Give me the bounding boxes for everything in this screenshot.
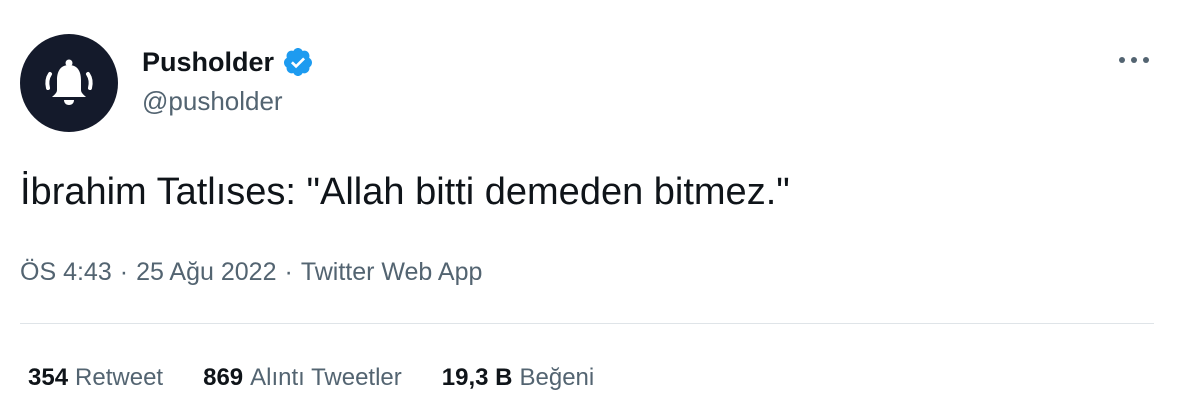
like-stat[interactable]: 19,3 B Beğeni: [442, 364, 594, 392]
like-count: 19,3 B: [441, 364, 513, 391]
more-dots-icon: [1119, 57, 1149, 63]
quote-tweet-stat[interactable]: 869 Alıntı Tweetler: [203, 364, 402, 392]
display-name[interactable]: Pusholder: [142, 44, 274, 80]
like-label: Beğeni: [519, 364, 595, 391]
tweet-time[interactable]: ÖS 4:43: [20, 258, 112, 287]
more-options-button[interactable]: [1112, 44, 1156, 76]
retweet-label: Retweet: [75, 364, 164, 391]
tweet-text: İbrahim Tatlıses: "Allah bitti demeden b…: [20, 171, 790, 213]
quote-tweet-count: 869: [203, 364, 244, 391]
verified-badge-icon: [284, 48, 313, 76]
tweet-source[interactable]: Twitter Web App: [301, 258, 483, 287]
tweet-meta: ÖS 4:43 · 25 Ağu 2022 · Twitter Web App: [20, 252, 482, 292]
engagement-stats: 354 Retweet 869 Alıntı Tweetler 19,3 B B…: [28, 360, 634, 396]
divider: [20, 323, 1154, 324]
retweet-stat[interactable]: 354 Retweet: [28, 364, 163, 392]
quote-tweet-label: Alıntı Tweetler: [250, 364, 402, 391]
meta-separator: ·: [284, 257, 293, 286]
user-handle[interactable]: @pusholder: [142, 84, 283, 118]
meta-separator: ·: [119, 257, 129, 286]
bell-icon: [45, 59, 93, 105]
retweet-count: 354: [28, 364, 69, 391]
tweet-card: Pusholder @pusholder İbrahim Tatlıses: "…: [0, 0, 1180, 416]
avatar[interactable]: [20, 34, 118, 132]
name-row: Pusholder: [142, 44, 314, 80]
tweet-date[interactable]: 25 Ağu 2022: [136, 258, 276, 287]
